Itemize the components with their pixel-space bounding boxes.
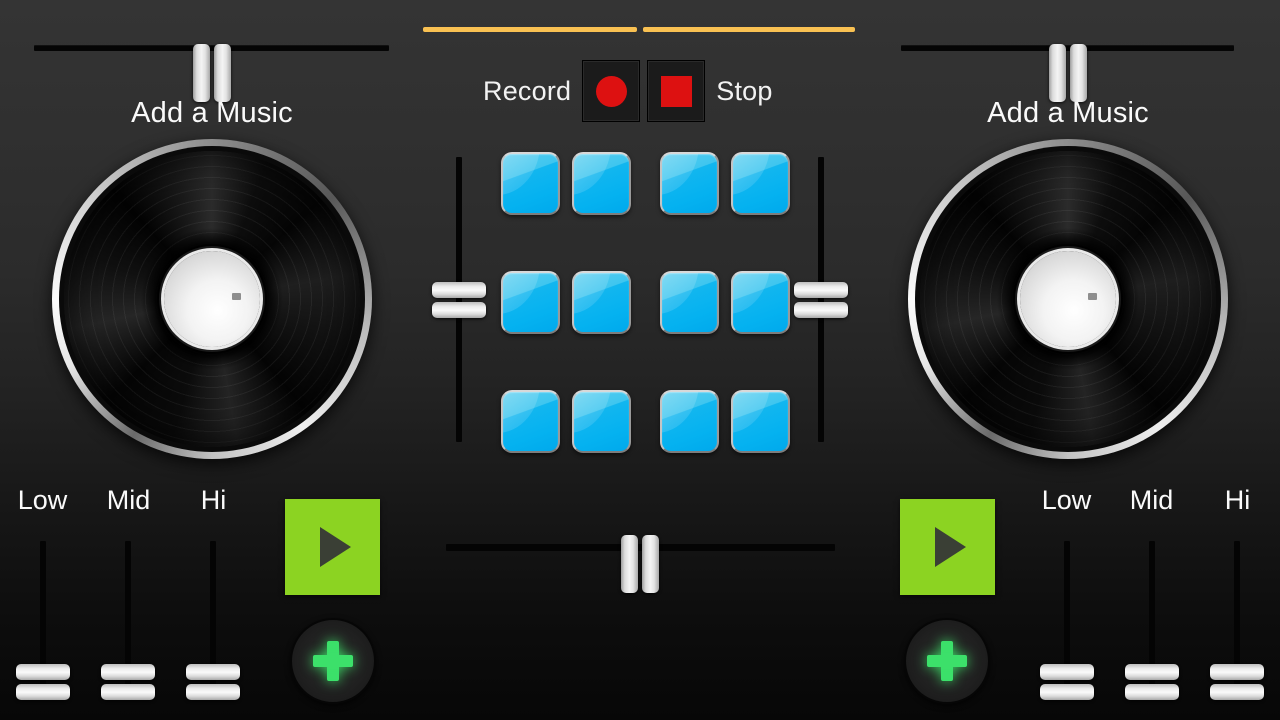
plus-icon	[313, 641, 353, 681]
thumb-bar	[1070, 44, 1087, 102]
thumb-bar	[1210, 684, 1264, 700]
thumb-bar	[214, 44, 231, 102]
thumb-bar	[1040, 684, 1094, 700]
pitch-slider-right-thumb[interactable]	[1049, 44, 1087, 102]
play-icon	[934, 527, 966, 567]
turntable-left[interactable]	[52, 139, 372, 459]
recorder-controls: Record Stop	[483, 60, 773, 122]
thumb-bar	[16, 684, 70, 700]
label-mark-icon	[232, 293, 241, 300]
thumb-bar	[642, 535, 659, 593]
pad-3[interactable]	[660, 152, 719, 215]
thumb-bar	[432, 282, 486, 298]
label-mark-icon	[1088, 293, 1097, 300]
eq-label-low-left: Low	[17, 485, 68, 515]
record-label: Record	[483, 75, 572, 106]
add-music-left[interactable]: Add a Music	[52, 97, 372, 130]
track-progress-left[interactable]	[423, 27, 637, 32]
thumb-bar	[186, 684, 240, 700]
eq-label-mid-right: Mid	[1129, 485, 1174, 515]
thumb-bar	[16, 664, 70, 680]
crossfader-thumb[interactable]	[621, 535, 659, 593]
add-track-button-left[interactable]	[290, 618, 376, 704]
vinyl-center-label[interactable]	[1020, 251, 1116, 347]
stop-label: Stop	[716, 75, 773, 106]
eq-slider-low-left[interactable]	[16, 541, 70, 700]
volume-fader-left[interactable]	[432, 157, 486, 442]
eq-slider-hi-right[interactable]	[1210, 541, 1264, 700]
pitch-slider-left-thumb[interactable]	[193, 44, 231, 102]
thumb-bar	[1125, 684, 1179, 700]
pad-6[interactable]	[572, 271, 631, 334]
thumb-bar	[186, 664, 240, 680]
record-circle-icon	[595, 75, 627, 107]
thumb-bar	[432, 302, 486, 318]
eq-slider-low-left-thumb[interactable]	[16, 664, 70, 700]
eq-slider-hi-right-thumb[interactable]	[1210, 664, 1264, 700]
vinyl-center-label[interactable]	[164, 251, 260, 347]
pad-10[interactable]	[572, 390, 631, 453]
pad-4[interactable]	[731, 152, 790, 215]
record-button[interactable]	[582, 60, 641, 122]
thumb-bar	[1049, 44, 1066, 102]
crossfader[interactable]	[446, 517, 835, 593]
eq-slider-low-right-thumb[interactable]	[1040, 664, 1094, 700]
add-music-right[interactable]: Add a Music	[908, 97, 1228, 130]
pad-11[interactable]	[660, 390, 719, 453]
pad-9[interactable]	[501, 390, 560, 453]
eq-slider-mid-right[interactable]	[1125, 541, 1179, 700]
add-track-button-right[interactable]	[904, 618, 990, 704]
pad-1[interactable]	[501, 152, 560, 215]
thumb-bar	[1125, 664, 1179, 680]
eq-slider-mid-right-thumb[interactable]	[1125, 664, 1179, 700]
stop-button[interactable]	[647, 60, 706, 122]
thumb-bar	[101, 684, 155, 700]
stop-square-icon	[660, 75, 692, 107]
pitch-slider-left[interactable]	[34, 26, 389, 102]
turntable-right[interactable]	[908, 139, 1228, 459]
eq-label-mid-left: Mid	[106, 485, 151, 515]
eq-slider-mid-left-thumb[interactable]	[101, 664, 155, 700]
eq-label-low-right: Low	[1041, 485, 1092, 515]
pad-7[interactable]	[660, 271, 719, 334]
eq-slider-mid-left[interactable]	[101, 541, 155, 700]
track-progress-right[interactable]	[643, 27, 855, 32]
thumb-bar	[101, 664, 155, 680]
eq-label-hi-left: Hi	[200, 485, 227, 515]
eq-label-hi-right: Hi	[1224, 485, 1251, 515]
eq-slider-low-right[interactable]	[1040, 541, 1094, 700]
play-button-right[interactable]	[900, 499, 995, 595]
volume-fader-right-thumb[interactable]	[794, 282, 848, 318]
pad-12[interactable]	[731, 390, 790, 453]
thumb-bar	[621, 535, 638, 593]
thumb-bar	[1040, 664, 1094, 680]
thumb-bar	[1210, 664, 1264, 680]
pad-grid	[501, 152, 790, 453]
pad-5[interactable]	[501, 271, 560, 334]
plus-icon	[927, 641, 967, 681]
pitch-slider-right[interactable]	[901, 26, 1234, 102]
pad-2[interactable]	[572, 152, 631, 215]
eq-slider-hi-left-thumb[interactable]	[186, 664, 240, 700]
volume-fader-right[interactable]	[794, 157, 848, 442]
play-icon	[319, 527, 351, 567]
eq-slider-hi-left[interactable]	[186, 541, 240, 700]
thumb-bar	[193, 44, 210, 102]
thumb-bar	[794, 282, 848, 298]
play-button-left[interactable]	[285, 499, 380, 595]
pad-8[interactable]	[731, 271, 790, 334]
thumb-bar	[794, 302, 848, 318]
volume-fader-left-thumb[interactable]	[432, 282, 486, 318]
